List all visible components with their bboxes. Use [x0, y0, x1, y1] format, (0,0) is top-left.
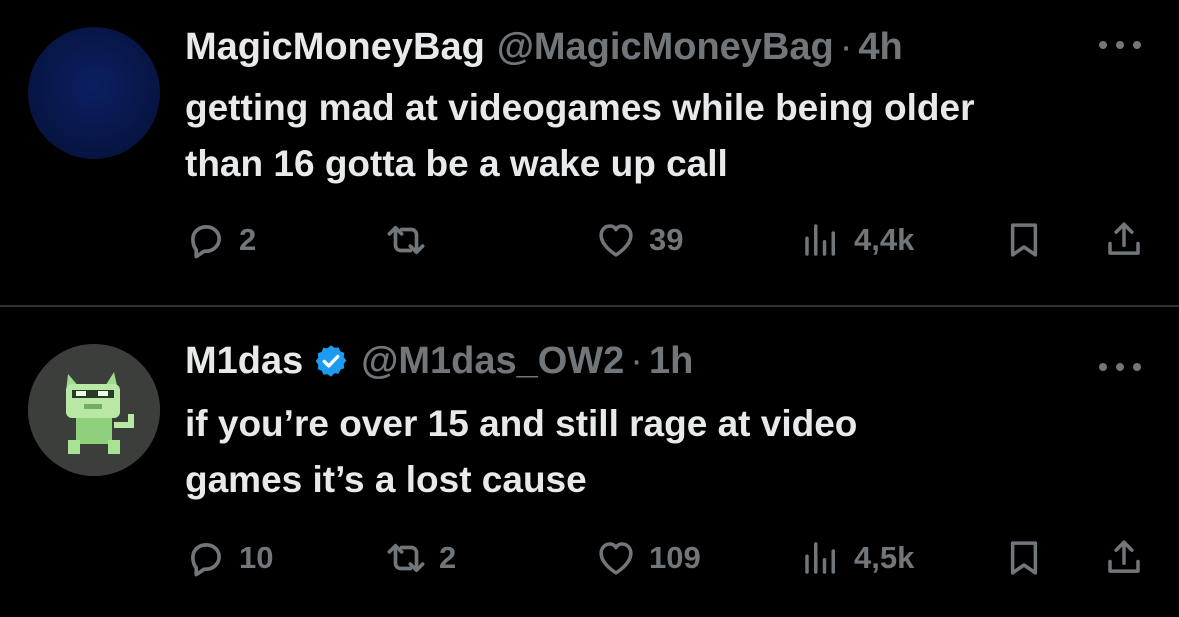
like-icon [599, 224, 633, 257]
action-bar: 10 2 109 4,5k [185, 533, 1155, 583]
separator: · [630, 340, 643, 382]
share-button[interactable] [1103, 215, 1145, 265]
retweet-count: 2 [439, 540, 457, 575]
reply-icon [191, 225, 221, 259]
tweet-divider [0, 305, 1179, 307]
verified-badge-icon[interactable] [313, 343, 349, 379]
share-icon [1108, 222, 1140, 255]
tweet[interactable]: MagicMoneyBag @MagicMoneyBag · 4h gettin… [0, 0, 1179, 306]
retweet-button[interactable] [385, 215, 439, 265]
views-button[interactable]: 4,5k [800, 533, 914, 583]
bookmark-icon [1010, 223, 1038, 257]
user-handle[interactable]: @M1das_OW2 [361, 336, 624, 386]
tweet-text: getting mad at videogames while being ol… [185, 87, 975, 184]
share-icon [1108, 540, 1140, 573]
tweet-header: MagicMoneyBag @MagicMoneyBag · 4h [185, 22, 903, 72]
like-icon [599, 542, 633, 575]
timestamp[interactable]: 4h [858, 22, 902, 72]
display-name[interactable]: M1das [185, 336, 303, 386]
bookmark-icon [1010, 541, 1038, 575]
reply-count: 10 [239, 540, 274, 575]
tweet-header: M1das @M1das_OW2 · 1h [185, 336, 693, 386]
tweet-text: if you’re over 15 and still rage at vide… [185, 403, 858, 500]
display-name[interactable]: MagicMoneyBag [185, 22, 485, 72]
like-count: 109 [649, 540, 701, 575]
avatar[interactable] [28, 27, 160, 159]
retweet-button[interactable]: 2 [385, 533, 456, 583]
separator: · [839, 26, 853, 68]
like-button[interactable]: 39 [595, 215, 683, 265]
bookmark-button[interactable] [1003, 533, 1045, 583]
retweet-icon [387, 225, 425, 255]
reply-count: 2 [239, 222, 257, 257]
like-count: 39 [649, 222, 684, 257]
reply-icon [191, 543, 221, 577]
user-handle[interactable]: @MagicMoneyBag [497, 22, 834, 72]
timestamp[interactable]: 1h [649, 336, 693, 386]
more-icon[interactable] [1099, 361, 1141, 373]
action-bar: 2 39 4,4k [185, 215, 1155, 265]
tweet[interactable]: M1das @M1das_OW2 · 1h if you’re over 15 … [0, 308, 1179, 617]
share-button[interactable] [1103, 533, 1145, 583]
retweet-icon [387, 543, 425, 573]
cat-avatar-image [28, 344, 160, 476]
views-icon [805, 224, 835, 256]
bookmark-button[interactable] [1003, 215, 1045, 265]
reply-button[interactable]: 2 [185, 215, 256, 265]
views-icon [805, 542, 835, 574]
views-count: 4,5k [854, 540, 915, 575]
views-button[interactable]: 4,4k [800, 215, 914, 265]
more-icon[interactable] [1099, 39, 1141, 51]
like-button[interactable]: 109 [595, 533, 701, 583]
avatar[interactable] [28, 344, 160, 476]
reply-button[interactable]: 10 [185, 533, 273, 583]
views-count: 4,4k [854, 222, 915, 257]
